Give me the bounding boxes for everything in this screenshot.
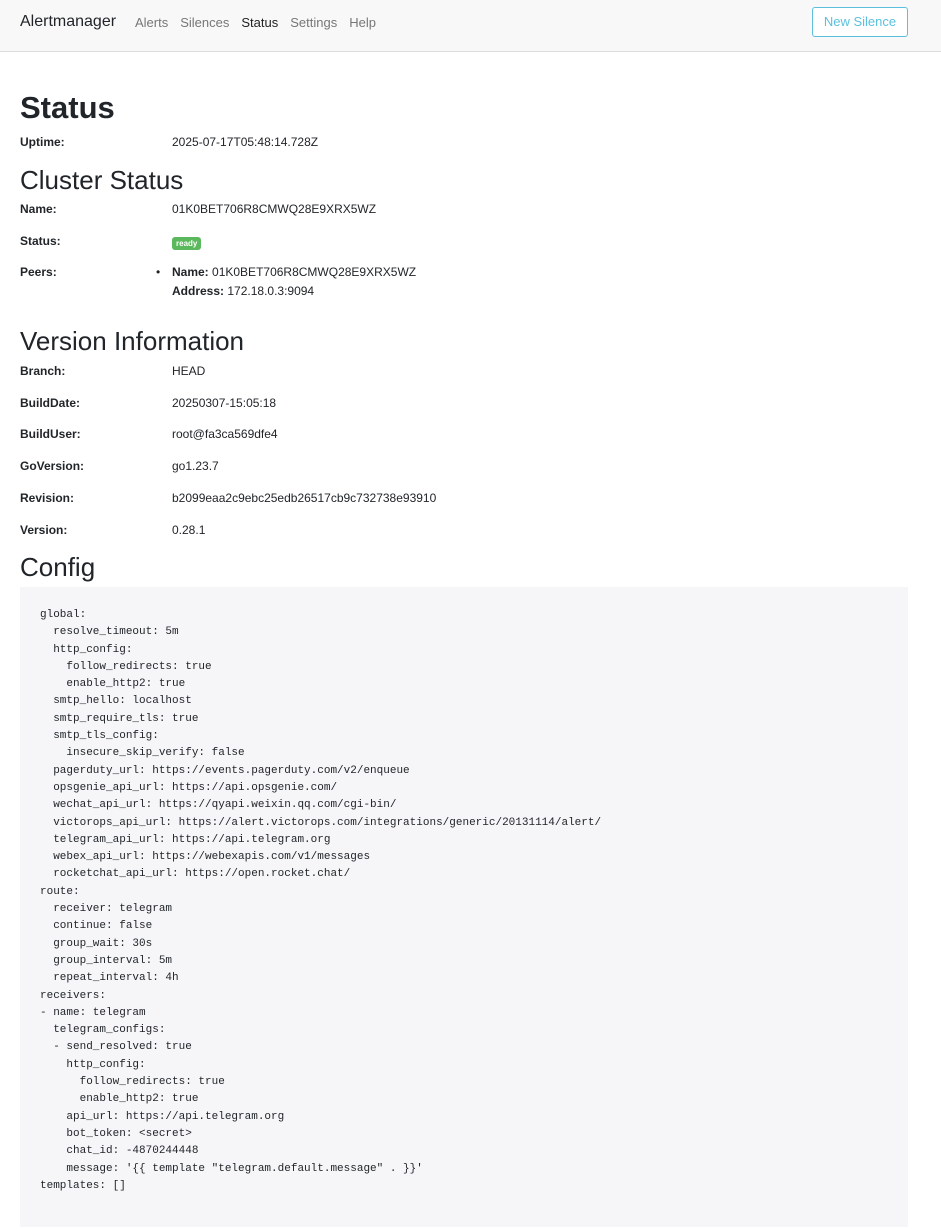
- peer-name-label: Name:: [172, 265, 209, 279]
- config-title: Config: [20, 552, 96, 582]
- version-label: BuildDate:: [20, 396, 80, 410]
- nav-status[interactable]: Status: [241, 15, 278, 30]
- cluster-status-row: Status: ready: [20, 234, 908, 254]
- cluster-status-label: Status:: [20, 234, 61, 248]
- brand-link[interactable]: Alertmanager: [20, 13, 116, 31]
- version-label: Revision:: [20, 491, 75, 505]
- version-row: BuildUser: root@fa3ca569dfe4: [20, 427, 908, 447]
- cluster-status-title: Cluster Status: [20, 165, 184, 195]
- status-badge: ready: [172, 237, 202, 250]
- version-row: Branch: HEAD: [20, 364, 908, 384]
- peer-address-label: Address:: [172, 284, 225, 298]
- cluster-name-row: Name: 01K0BET706R8CMWQ28E9XRX5WZ: [20, 202, 908, 222]
- top-navbar: Alertmanager Alerts Silences Status Sett…: [0, 0, 941, 52]
- peer-name-value: 01K0BET706R8CMWQ28E9XRX5WZ: [212, 265, 417, 279]
- version-info-title: Version Information: [20, 326, 245, 356]
- peer-address-line: Address: 172.18.0.3:9094: [172, 284, 314, 298]
- version-row: Revision: b2099eaa2c9ebc25edb26517cb9c73…: [20, 491, 908, 511]
- uptime-row: Uptime: 2025-07-17T05:48:14.728Z: [20, 135, 908, 155]
- version-label: Branch:: [20, 364, 66, 378]
- version-value: b2099eaa2c9ebc25edb26517cb9c732738e93910: [172, 491, 437, 505]
- version-label: BuildUser:: [20, 427, 81, 441]
- version-value: 20250307-15:05:18: [172, 396, 277, 410]
- cluster-peers-label: Peers:: [20, 265, 57, 279]
- cluster-name-label: Name:: [20, 202, 57, 216]
- version-row: Version: 0.28.1: [20, 523, 908, 543]
- version-label: Version:: [20, 523, 68, 537]
- cluster-peers-row: Peers:: [20, 265, 908, 285]
- new-silence-button[interactable]: New Silence: [812, 7, 908, 37]
- nav-links: Alerts Silences Status Settings Help: [135, 15, 388, 30]
- page-title: Status: [20, 90, 115, 125]
- version-value: HEAD: [172, 364, 206, 378]
- cluster-status-cell: ready: [172, 235, 202, 250]
- nav-silences[interactable]: Silences: [180, 15, 229, 30]
- uptime-label: Uptime:: [20, 135, 65, 149]
- uptime-value: 2025-07-17T05:48:14.728Z: [172, 135, 319, 149]
- nav-settings[interactable]: Settings: [290, 15, 337, 30]
- version-value: 0.28.1: [172, 523, 206, 537]
- peer-name-line: Name: 01K0BET706R8CMWQ28E9XRX5WZ: [172, 265, 416, 279]
- version-value: go1.23.7: [172, 459, 219, 473]
- version-label: GoVersion:: [20, 459, 85, 473]
- config-code-block[interactable]: global: resolve_timeout: 5m http_config:…: [20, 587, 908, 1227]
- version-row: BuildDate: 20250307-15:05:18: [20, 396, 908, 416]
- cluster-name-value: 01K0BET706R8CMWQ28E9XRX5WZ: [172, 202, 377, 216]
- nav-alerts[interactable]: Alerts: [135, 15, 168, 30]
- nav-help[interactable]: Help: [349, 15, 376, 30]
- peer-address-value: 172.18.0.3:9094: [227, 284, 315, 298]
- version-value: root@fa3ca569dfe4: [172, 427, 278, 441]
- version-row: GoVersion: go1.23.7: [20, 459, 908, 479]
- bullet-icon: •: [156, 265, 161, 279]
